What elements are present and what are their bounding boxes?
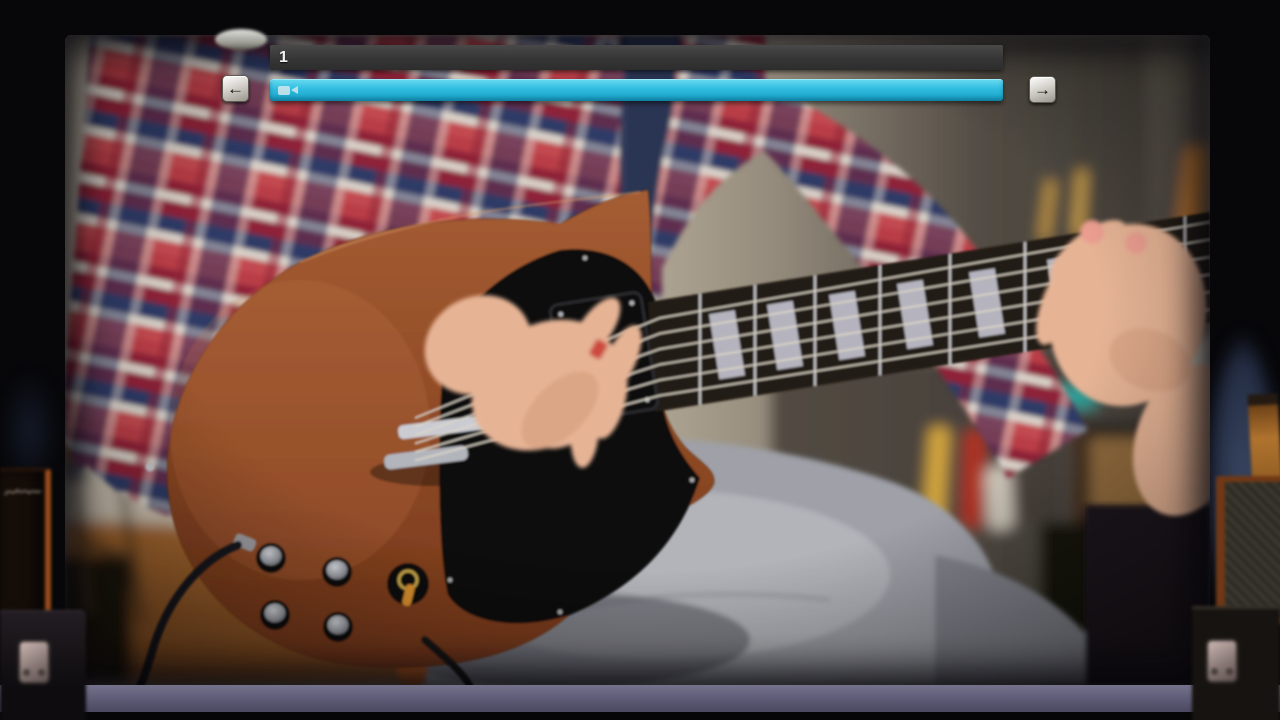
case-latch-left xyxy=(18,640,50,684)
arrow-right-icon: → xyxy=(1034,80,1051,99)
lesson-video-screen[interactable] xyxy=(65,35,1210,685)
stage-ledge xyxy=(0,685,1280,712)
camera-lens xyxy=(291,86,298,94)
previous-section-button[interactable]: ← xyxy=(222,75,249,102)
section-number-label: 1 xyxy=(279,48,288,66)
video-vignette xyxy=(65,35,1210,685)
arrow-left-icon: ← xyxy=(227,79,244,98)
video-progress-fill xyxy=(270,79,1003,101)
video-progress-bar[interactable] xyxy=(270,79,1003,101)
case-latch-right xyxy=(1206,639,1238,683)
section-track-bar: 1 xyxy=(270,45,1003,70)
lesson-video-scene xyxy=(65,35,1210,685)
camera-device-on-screen xyxy=(215,29,267,50)
video-camera-icon xyxy=(278,85,298,95)
amp-head-left xyxy=(0,468,51,617)
floor-shadow-strip xyxy=(0,712,1280,720)
road-case-right xyxy=(1192,606,1280,720)
next-section-button[interactable]: → xyxy=(1029,76,1056,103)
camera-body xyxy=(278,85,290,95)
road-case-left xyxy=(0,610,86,720)
amp-head-right xyxy=(1216,476,1280,624)
amp-logo-left xyxy=(4,488,42,496)
game-room: 1 ← → xyxy=(0,0,1280,720)
